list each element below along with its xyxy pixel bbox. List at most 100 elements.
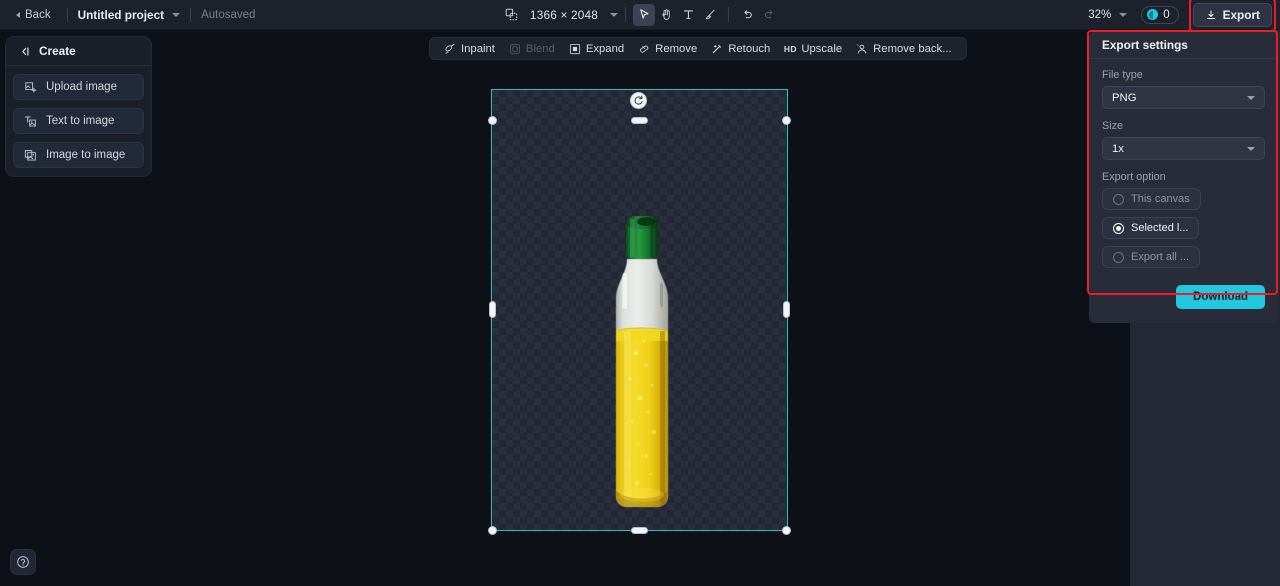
tool-expand[interactable]: Expand [562,40,631,58]
tool-retouch[interactable]: Retouch [704,40,777,58]
hand-tool-icon[interactable] [655,4,677,26]
export-settings-body: File type PNG Size 1x Export option This… [1089,59,1278,268]
inpaint-icon [444,43,456,55]
image-to-image-icon [24,149,37,162]
chevron-down-icon[interactable] [172,12,181,17]
divider [66,7,68,22]
text-to-image-icon [24,115,37,128]
undo-icon[interactable] [736,4,758,26]
canvas-stage[interactable] [0,30,1280,586]
download-button[interactable]: Download [1176,285,1265,309]
resize-handle-top-left[interactable] [488,116,497,125]
export-option-export-all[interactable]: Export all ... [1102,246,1201,268]
back-button[interactable]: Back [10,6,57,24]
export-option-group: This canvas Selected l... Export all ... [1102,188,1265,268]
resize-handle-top-center[interactable] [631,117,648,124]
sidebar-item-label: Upload image [46,81,117,93]
select-tool-icon[interactable] [633,3,656,26]
credit-coin-icon [1147,9,1159,20]
autosaved-status: Autosaved [201,8,256,21]
remove-background-icon [856,43,868,55]
tool-label: Remove back... [873,42,952,55]
help-circle-icon [17,556,29,568]
create-sidebar: Create Upload image Text to image Image … [5,36,152,177]
export-option-label-text: This canvas [1131,193,1190,205]
export-option-this-canvas[interactable]: This canvas [1102,188,1201,210]
upscale-hd-icon: HD [783,43,797,54]
rotate-handle[interactable] [630,92,647,109]
tool-label: Retouch [728,42,771,55]
top-bar-right: 32% 0 Export [1088,0,1276,32]
radio-icon [1113,251,1124,263]
resize-handle-middle-right[interactable] [783,301,790,318]
tool-label: Remove [655,42,698,55]
resize-handle-bottom-center[interactable] [631,527,648,534]
divider [190,7,192,22]
remove-icon [638,43,650,55]
export-option-label: Export option [1102,171,1166,183]
resize-handle-middle-left[interactable] [489,301,496,318]
size-value: 1x [1112,142,1124,155]
sidebar-title: Create [39,44,76,58]
sidebar-item-upload-image[interactable]: Upload image [13,74,144,100]
divider [728,7,730,22]
collapse-panel-icon [22,46,29,56]
radio-icon-selected [1113,222,1124,234]
tool-blend[interactable]: Blend [502,40,562,58]
download-icon [1206,9,1215,19]
file-type-value: PNG [1112,91,1137,104]
chevron-left-icon [16,11,20,18]
sidebar-header-create[interactable]: Create [6,37,151,66]
canvas-size-label: 1366 × 2048 [529,7,599,22]
radio-icon [1113,193,1124,205]
file-type-label: File type [1102,69,1143,81]
resize-handle-bottom-right[interactable] [782,526,791,535]
expand-icon [569,43,581,55]
export-option-selected-layer[interactable]: Selected l... [1102,217,1200,239]
divider [625,7,627,22]
export-button-wrapper: Export [1188,0,1276,32]
canvas-size-chevron-down-icon[interactable] [610,12,619,17]
zoom-level-label: 32% [1088,8,1112,21]
tool-inpaint[interactable]: Inpaint [437,40,502,58]
tool-label: Inpaint [461,42,495,55]
resize-canvas-icon[interactable] [500,4,522,26]
top-bar: Back Untitled project Autosaved 1366 × 2… [0,0,1280,32]
resize-handle-bottom-left[interactable] [488,526,497,535]
canvas-tools-toolbar: Inpaint Blend Expand Remove Retouch HD U… [429,37,967,60]
upload-image-icon [24,81,37,94]
top-bar-left: Back Untitled project Autosaved [0,6,255,24]
redo-icon[interactable] [758,4,780,26]
image-editor-app: Back Untitled project Autosaved 1366 × 2… [0,0,1280,586]
export-option-label-text: Selected l... [1131,222,1189,234]
export-button-label: Export [1222,7,1260,22]
sidebar-item-list: Upload image Text to image Image to imag… [6,66,151,168]
back-button-label: Back [25,8,51,21]
export-button[interactable]: Export [1192,2,1272,27]
download-row: Download [1089,285,1278,309]
sidebar-item-label: Text to image [46,115,115,127]
bottle-image-layer[interactable] [602,213,682,509]
size-label: Size [1102,120,1124,132]
text-tool-icon[interactable] [677,4,699,26]
credits-indicator[interactable]: 0 [1141,5,1179,24]
resize-handle-top-right[interactable] [782,116,791,125]
chevron-down-icon [1247,146,1255,151]
sidebar-item-label: Image to image [46,149,126,161]
file-type-select[interactable]: PNG [1102,86,1265,109]
sidebar-item-text-to-image[interactable]: Text to image [13,108,144,134]
export-settings-title: Export settings [1102,37,1188,52]
credits-count: 0 [1163,8,1170,21]
sidebar-item-image-to-image[interactable]: Image to image [13,142,144,168]
chevron-down-icon [1247,95,1255,100]
tool-upscale[interactable]: HD Upscale [777,40,849,58]
zoom-chevron-down-icon[interactable] [1119,12,1128,17]
export-option-label-text: Export all ... [1131,251,1190,263]
top-bar-tools: 1366 × 2048 [500,3,780,26]
tool-remove-background[interactable]: Remove back... [849,40,958,58]
tool-remove[interactable]: Remove [631,40,704,58]
size-select[interactable]: 1x [1102,137,1265,160]
project-name[interactable]: Untitled project [78,8,165,22]
brush-tool-icon[interactable] [699,4,721,26]
help-button[interactable] [10,549,36,575]
